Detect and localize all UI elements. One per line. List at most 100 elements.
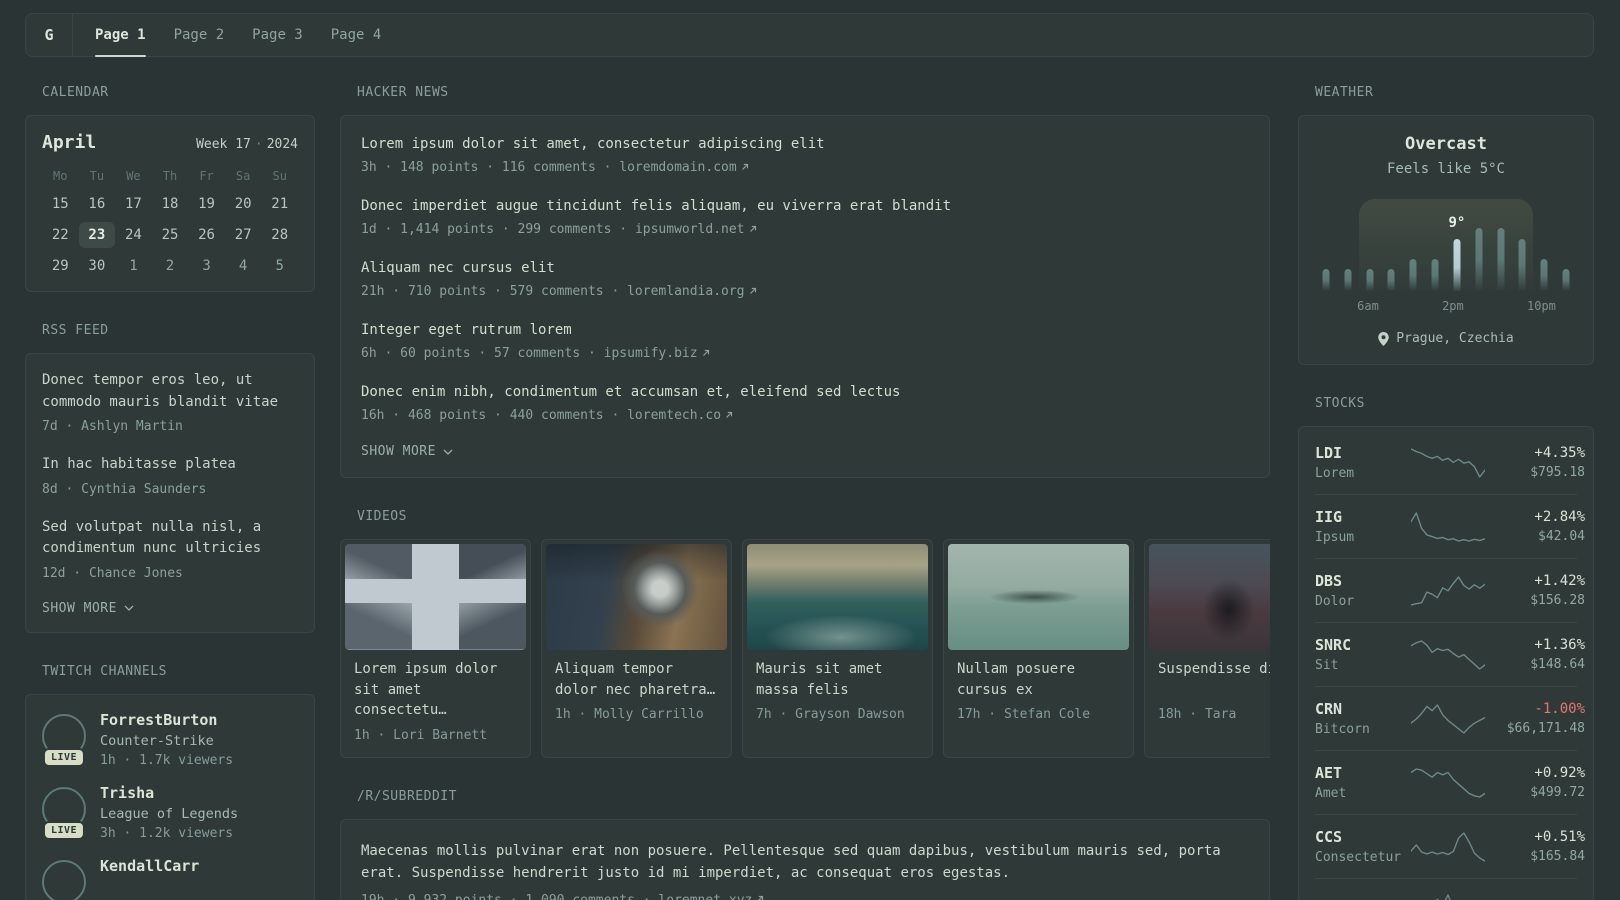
weather-time-label [1315,299,1336,313]
stock-row[interactable]: DBS Dolor +1.42% $156.28 [1315,558,1585,622]
stock-row[interactable]: IIG Ipsum +2.84% $42.04 [1315,494,1585,558]
tab-page-1[interactable]: Page 1 [95,14,146,57]
stock-row[interactable]: CRN Bitcorn -1.00% $66,171.48 [1315,686,1585,750]
story-meta-text: 16h · 468 points · 440 comments · [361,408,628,423]
weather-bar-slot [1380,199,1402,291]
weather-bar [1387,268,1395,291]
stock-row[interactable]: LDI Lorem +4.35% $795.18 [1315,431,1585,494]
channel-game: Counter-Strike [100,732,214,749]
weather-bar [1344,268,1352,291]
tab-page-2[interactable]: Page 2 [174,14,225,56]
twitch-channel[interactable]: LIVE ForrestBurton Counter-Strike 1h · 1… [42,711,298,768]
stock-ticker: LDI [1315,444,1343,462]
story-domain-link[interactable]: loremtech.co [627,408,734,423]
external-link-icon [726,411,733,418]
video-meta: 7h · Grayson Dawson [756,707,905,722]
weather-axis: 6am 2pm 10pm [1315,299,1577,313]
weather-location-text: Prague, Czechia [1396,331,1514,346]
story-domain-link[interactable]: loremlandia.org [627,284,757,299]
external-link-icon [741,163,748,170]
weather-time-label: 2pm [1442,299,1464,313]
stocks-widget: STOCKS LDI Lorem +4.35% $795.18 IIG Ipsu… [1298,396,1594,900]
story-title-link[interactable]: Donec imperdiet augue tincidunt felis al… [361,196,1249,216]
calendar-day: 27 [234,227,252,243]
calendar-year: 2024 [266,137,298,152]
stock-ticker: DBS [1315,572,1343,590]
chevron-down-icon [443,449,453,455]
post-domain-link[interactable]: loremnet.xyz [658,893,765,900]
story-domain-link[interactable]: ipsumworld.net [635,222,758,237]
weather-bar-slot [1337,199,1359,291]
stock-row[interactable]: AET Amet +0.92% $499.72 [1315,750,1585,814]
weather-bar-slot [1511,199,1533,291]
story-meta: 16h · 468 points · 440 comments · loremt… [361,407,1249,425]
calendar-day: 18 [161,196,179,212]
story-domain: loremlandia.org [627,284,745,299]
story-domain-link[interactable]: loremdomain.com [619,160,749,175]
story-meta: 3h · 148 points · 116 comments · loremdo… [361,159,1249,177]
story-title-link[interactable]: Lorem ipsum dolor sit amet, consectetur … [361,134,1249,154]
calendar-day: 22 [51,227,69,243]
hackernews-item: Lorem ipsum dolor sit amet, consectetur … [361,134,1249,177]
story-title-link[interactable]: Aliquam nec cursus elit [361,258,1249,278]
story-domain-link[interactable]: ipsumify.biz [604,346,711,361]
weather-bar-current [1453,238,1461,291]
rss-show-more-button[interactable]: SHOW MORE [42,601,134,616]
videos-list: Lorem ipsum dolor sit amet consectetu… 1… [340,539,1270,758]
post-meta-text: 19h · 9,932 points · 1,090 comments · [361,892,659,900]
stock-price: $66,171.48 [1506,721,1585,736]
video-thumbnail [1149,544,1270,650]
stock-name: Consectetur [1315,850,1402,865]
channel-info: ForrestBurton Counter-Strike 1h · 1.7k v… [100,711,233,768]
stock-sparkline [1411,831,1485,862]
calendar-day: 29 [51,258,69,274]
tab-page-4[interactable]: Page 4 [331,14,382,56]
weather-bar-slot [1490,199,1512,291]
video-card[interactable]: Nullam posuere cursus ex 17h · Stefan Co… [943,539,1134,758]
weather-bar [1322,268,1330,291]
video-card[interactable]: Aliquam tempor dolor nec pharetra… 1h · … [541,539,732,758]
calendar-day: 1 [129,258,138,274]
story-title-link[interactable]: Integer eget rutrum lorem [361,320,1249,340]
calendar-header: April Week 17 · 2024 [42,132,298,153]
stock-row[interactable]: AHS +0.46% [1315,878,1585,900]
weather-bar-slot [1315,199,1337,291]
rss-item-title-link[interactable]: In hac habitasse platea [42,454,298,476]
weather-bar [1475,228,1483,291]
stock-row[interactable]: SNRC Sit +1.36% $148.64 [1315,622,1585,686]
center-column: HACKER NEWS Lorem ipsum dolor sit amet, … [340,85,1270,900]
twitch-channel[interactable]: KendallCarr [42,857,298,900]
calendar-grid: 15 16 17 18 19 20 21 22 23 24 25 26 27 28 29 30 1 2 3 4 5 [42,191,298,279]
stock-change: +0.51% [1534,829,1585,845]
rss-item-title-link[interactable]: Donec tempor eros leo, ut commodo mauris… [42,370,298,413]
avatar: LIVE [42,713,86,765]
story-title-link[interactable]: Donec enim nibh, condimentum et accumsan… [361,382,1249,402]
weather-bar [1540,258,1548,291]
rss-card: Donec tempor eros leo, ut commodo mauris… [25,353,315,633]
video-card[interactable]: Mauris sit amet massa felis 7h · Grayson… [742,539,933,758]
post-title-link[interactable]: Maecenas mollis pulvinar erat non posuer… [361,840,1249,884]
weather-time-label [1506,299,1527,313]
logo[interactable]: G [26,14,72,56]
main-content: CALENDAR April Week 17 · 2024 Mo Tu We Th Fr Sa… [0,57,1620,900]
rss-show-more-label: SHOW MORE [42,600,117,616]
hackernews-list: Lorem ipsum dolor sit amet, consectetur … [361,134,1249,425]
story-domain: ipsumworld.net [634,222,745,237]
calendar-weekday: Mo [53,169,68,183]
hackernews-show-more-button[interactable]: SHOW MORE [361,444,453,459]
video-card[interactable]: Suspendisse diam 18h · Tara [1144,539,1270,758]
right-column: WEATHER Overcast Feels like 5°C 9° 6am 2p… [1298,85,1594,900]
stock-row[interactable]: CCS Consectetur +0.51% $165.84 [1315,814,1585,878]
tab-page-3[interactable]: Page 3 [252,14,303,56]
weather-bar [1409,258,1417,291]
calendar-section-title: CALENDAR [42,85,109,100]
rss-item-title-link[interactable]: Sed volutpat nulla nisl, a condimentum n… [42,517,298,560]
channel-name: KendallCarr [100,856,200,875]
subreddit-post: Maecenas mollis pulvinar erat non posuer… [361,840,1249,900]
video-card[interactable]: Lorem ipsum dolor sit amet consectetu… 1… [340,539,531,758]
calendar-weekdays: Mo Tu We Th Fr Sa Su [42,169,298,183]
weather-time-label: 6am [1357,299,1379,313]
twitch-channel[interactable]: LIVE Trisha League of Legends 3h · 1.2k … [42,784,298,841]
channel-name: ForrestBurton [100,710,218,729]
calendar-month: April [42,132,97,153]
